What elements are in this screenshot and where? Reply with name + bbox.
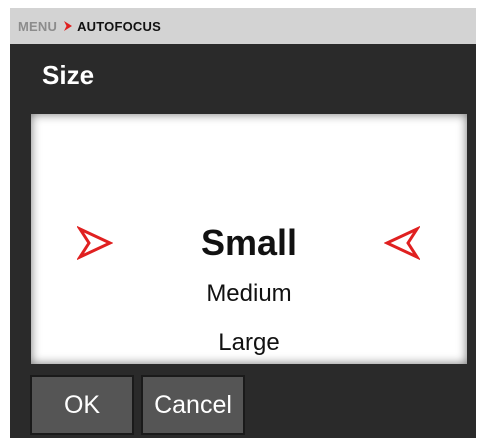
chevron-right-icon [64, 21, 73, 31]
option-large[interactable]: Large [31, 329, 467, 357]
page-title: Size [42, 60, 95, 90]
autofocus-size-screen: MENU AUTOFOCUS Size Small Medium Large O… [10, 8, 476, 438]
breadcrumb: MENU AUTOFOCUS [10, 8, 476, 44]
app-frame: MENU AUTOFOCUS Size Small Medium Large O… [0, 0, 478, 438]
arrow-left-outline-icon[interactable] [384, 226, 420, 260]
option-medium[interactable]: Medium [31, 280, 467, 308]
cancel-button[interactable]: Cancel [141, 375, 245, 435]
breadcrumb-menu[interactable]: MENU [18, 19, 57, 34]
ok-button[interactable]: OK [30, 375, 134, 435]
breadcrumb-autofocus: AUTOFOCUS [77, 18, 161, 34]
size-picker[interactable]: Small Medium Large [31, 114, 467, 364]
